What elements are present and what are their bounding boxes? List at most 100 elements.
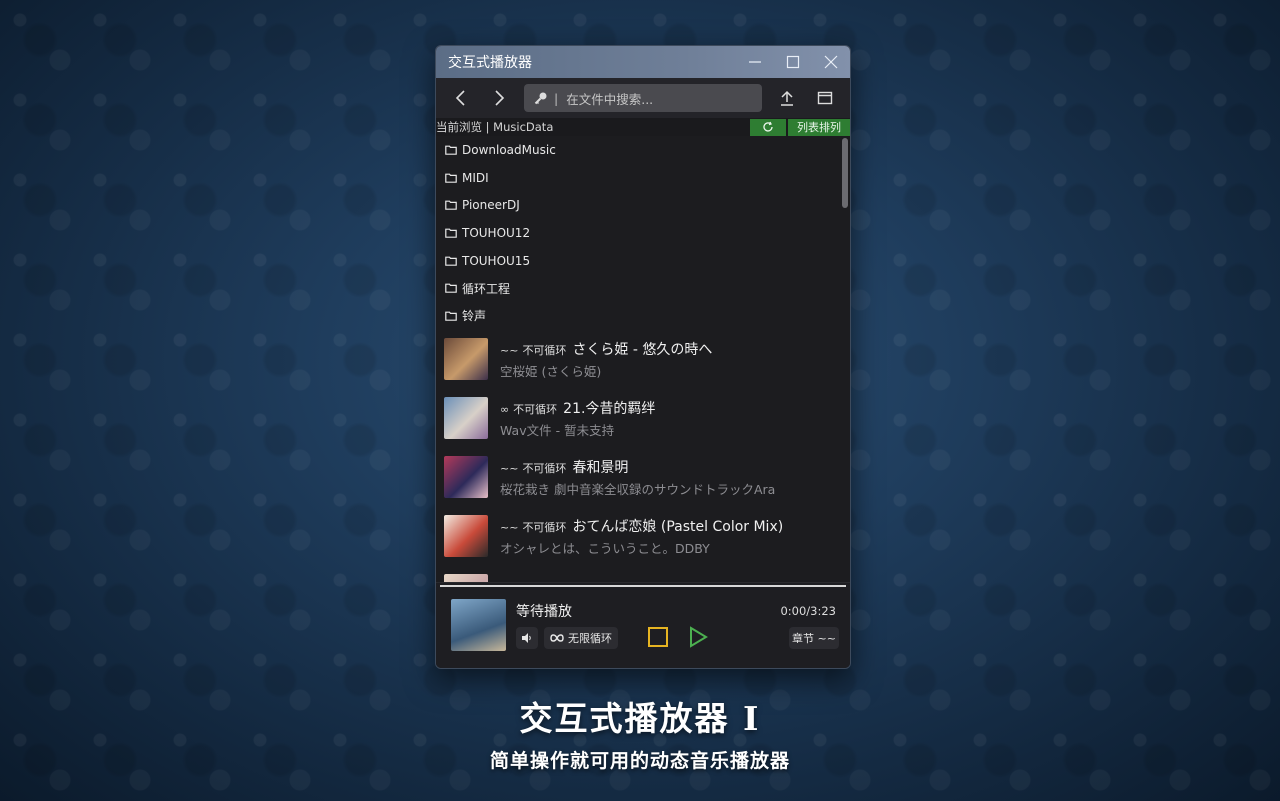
player-window: 交互式播放器 | 在文件中搜索... 当前浏览 | MusicData 列表排列…	[435, 45, 851, 669]
song-item[interactable]: ~~ 不可循环 春和景明桜花栽き 劇中音楽全収録のサウンドトラックAra	[436, 448, 842, 507]
song-subtitle: 空桜姫 (さくら姫)	[500, 363, 602, 379]
stop-icon	[648, 627, 668, 647]
play-icon	[690, 626, 708, 648]
folder-name: 循环工程	[462, 281, 511, 296]
song-cover	[444, 515, 488, 558]
playback-status: 等待播放	[516, 604, 572, 620]
infinity-icon	[550, 634, 564, 642]
song-subtitle: オシャレとは、こういうこと。DDBY	[500, 540, 710, 556]
folder-icon	[445, 145, 457, 155]
folder-name: PioneerDJ	[462, 198, 520, 213]
loop-tag: 不可循环	[522, 343, 567, 357]
song-info: ~~ 不可循环 さくら姫 - 悠久の時へ空桜姫 (さくら姫)	[500, 339, 712, 380]
upload-button[interactable]	[768, 82, 806, 114]
folder-item[interactable]: 铃声	[436, 302, 842, 330]
play-button[interactable]	[686, 625, 710, 649]
window-mode-button[interactable]	[806, 82, 844, 114]
song-item[interactable]: ~~ 不可循环 さくら姫 - 悠久の時へ空桜姫 (さくら姫)	[436, 330, 842, 389]
song-cover	[444, 456, 488, 499]
player-bar: 等待播放 0:00/3:23 无限循环 章节 ~~	[436, 582, 850, 668]
folder-item[interactable]: TOUHOU12	[436, 219, 842, 247]
caption-title: 交互式播放器 I	[519, 699, 761, 738]
upload-icon	[781, 90, 793, 106]
folder-name: TOUHOU15	[462, 253, 531, 268]
folder-icon	[445, 173, 457, 183]
song-title: 21.今昔的羁绊	[563, 400, 656, 417]
loop-mode-icon: ~~	[500, 343, 519, 357]
close-icon	[824, 55, 838, 69]
back-button[interactable]	[442, 82, 480, 114]
caption-subtitle: 简单操作就可用的动态音乐播放器	[489, 750, 790, 772]
song-title-line: ~~ 不可循环 さくら姫 - 悠久の時へ	[500, 339, 712, 359]
volume-button[interactable]	[516, 627, 538, 649]
folder-item[interactable]: DownloadMusic	[436, 136, 842, 164]
key-search-icon	[534, 92, 547, 105]
toolbar: | 在文件中搜索...	[436, 78, 850, 118]
title-bar: 交互式播放器	[436, 46, 850, 78]
sort-button[interactable]: 列表排列	[788, 118, 850, 136]
song-title-line: ∞ 不可循环 21.今昔的羁绊	[500, 398, 655, 418]
loop-mode-icon: ~~	[500, 461, 519, 475]
path-bar: 当前浏览 | MusicData 列表排列	[436, 118, 850, 136]
song-title: さくら姫 - 悠久の時へ	[572, 341, 713, 358]
stop-button[interactable]	[646, 625, 670, 649]
scrollbar[interactable]	[840, 136, 850, 584]
folder-name: MIDI	[462, 170, 489, 185]
search-placeholder: 在文件中搜索...	[566, 91, 654, 107]
search-separator: |	[554, 90, 559, 106]
window-title: 交互式播放器	[448, 55, 532, 71]
song-title-line: ~~ 不可循环 おてんば恋娘 (Pastel Color Mix)	[500, 516, 783, 536]
playback-time: 0:00/3:23	[780, 604, 836, 618]
scrollbar-thumb[interactable]	[842, 138, 848, 208]
chapter-button[interactable]: 章节 ~~	[789, 627, 839, 649]
loop-mode-button[interactable]: 无限循环	[544, 627, 618, 649]
loop-mode-icon: ∞	[500, 402, 510, 416]
song-cover	[444, 338, 488, 381]
loop-tag: 不可循环	[522, 520, 567, 534]
song-subtitle: Wav文件 - 暂未支持	[500, 422, 615, 438]
song-cover	[444, 397, 488, 440]
refresh-icon	[763, 121, 773, 132]
loop-mode-label: 无限循环	[568, 632, 612, 645]
now-playing-cover	[451, 599, 506, 651]
folder-name: 铃声	[462, 309, 487, 324]
window-icon	[817, 91, 833, 105]
minimize-button[interactable]	[736, 46, 774, 78]
song-title: おてんば恋娘 (Pastel Color Mix)	[572, 518, 784, 535]
song-item[interactable]: ~~ 不可循环 おてんば恋娘 (Pastel Color Mix) オシャレとは、こう…	[436, 507, 842, 566]
maximize-button[interactable]	[774, 46, 812, 78]
folder-icon	[445, 200, 457, 211]
song-title-line: ~~ 不可循环 春和景明	[500, 457, 775, 477]
breadcrumb: 当前浏览 | MusicData	[436, 120, 554, 134]
folder-item[interactable]: PioneerDJ	[436, 191, 842, 219]
song-info: ~~ 不可循环 おてんば恋娘 (Pastel Color Mix) オシャレとは、こう…	[500, 516, 783, 557]
song-info: ∞ 不可循环 21.今昔的羁绊 Wav文件 - 暂未支持	[500, 398, 655, 439]
folder-item[interactable]: MIDI	[436, 164, 842, 192]
search-input[interactable]: | 在文件中搜索...	[524, 84, 762, 112]
song-subtitle: 桜花栽き 劇中音楽全収録のサウンドトラックAra	[500, 481, 776, 497]
folder-name: TOUHOU12	[462, 225, 531, 240]
minimize-icon	[749, 61, 761, 63]
song-item[interactable]: ∞ 不可循环 21.今昔的羁绊 Wav文件 - 暂未支持	[436, 389, 842, 448]
folder-item[interactable]: 循环工程	[436, 274, 842, 302]
speaker-icon	[522, 633, 531, 643]
forward-button[interactable]	[480, 82, 518, 114]
song-info: ~~ 不可循环 春和景明桜花栽き 劇中音楽全収録のサウンドトラックAra	[500, 457, 775, 498]
file-list: DownloadMusic MIDI PioneerDJ TOUHOU12 TOUHOU…	[436, 136, 842, 584]
folder-icon	[445, 283, 457, 294]
loop-tag: 不可循环	[513, 402, 558, 416]
folder-icon	[445, 228, 457, 238]
song-title: 春和景明	[572, 459, 629, 476]
chevron-left-icon	[455, 90, 465, 106]
folder-icon	[445, 311, 457, 321]
chevron-right-icon	[495, 90, 505, 106]
loop-mode-icon: ~~	[500, 520, 519, 534]
folder-name: DownloadMusic	[462, 142, 556, 157]
refresh-button[interactable]	[750, 118, 786, 136]
folder-item[interactable]: TOUHOU15	[436, 247, 842, 275]
progress-bar[interactable]	[440, 585, 846, 587]
folder-icon	[445, 256, 457, 266]
close-button[interactable]	[812, 46, 850, 78]
loop-tag: 不可循环	[522, 461, 567, 475]
maximize-icon	[786, 55, 800, 69]
